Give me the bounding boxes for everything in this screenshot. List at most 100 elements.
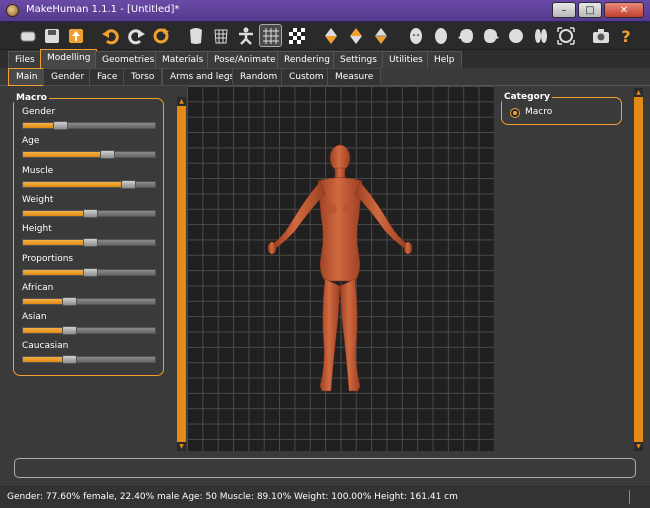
subtab-torso[interactable]: Torso: [123, 68, 163, 86]
slider-track[interactable]: [22, 238, 156, 248]
slider-label: Age: [22, 136, 40, 147]
smooth-icon[interactable]: [184, 24, 207, 47]
tab-pose-animate[interactable]: Pose/Animate: [207, 51, 283, 68]
grid-icon[interactable]: [259, 24, 282, 47]
left-scrollbar[interactable]: ▲ ▼: [177, 97, 186, 451]
slider-label: Asian: [22, 312, 47, 323]
title-bar: MakeHuman 1.1.1 - [Untitled]* – □ ✕: [0, 0, 650, 22]
subtab-measure[interactable]: Measure: [327, 68, 382, 86]
resize-grip[interactable]: [629, 490, 630, 504]
slider-track[interactable]: [22, 179, 156, 189]
right-view-icon[interactable]: [369, 24, 392, 47]
subtab-main[interactable]: Main: [8, 68, 46, 86]
slider-track[interactable]: [22, 267, 156, 277]
slider-fill: [23, 240, 91, 246]
head-right-icon[interactable]: [479, 24, 502, 47]
slider-fill: [23, 181, 129, 187]
slider-track[interactable]: [22, 296, 156, 306]
subtab-arms-and-legs[interactable]: Arms and legs: [162, 68, 243, 86]
slider-fill: [23, 210, 91, 216]
slider-handle[interactable]: [62, 326, 77, 336]
undo-icon[interactable]: [99, 24, 122, 47]
slider-asian[interactable]: Asian: [22, 312, 158, 340]
head-top-icon[interactable]: [504, 24, 527, 47]
slider-gender[interactable]: Gender: [22, 107, 158, 135]
slider-handle[interactable]: [121, 179, 136, 189]
tab-files[interactable]: Files: [8, 51, 42, 68]
minimize-button[interactable]: –: [552, 2, 576, 18]
subtab-gender[interactable]: Gender: [43, 68, 93, 86]
toggle-icon[interactable]: [16, 24, 39, 47]
slider-track[interactable]: [22, 121, 156, 130]
slider-track[interactable]: [22, 208, 156, 218]
reset-camera-icon[interactable]: [554, 24, 577, 47]
3d-viewport[interactable]: [187, 86, 494, 451]
tab-help[interactable]: Help: [427, 51, 462, 68]
slider-label: Proportions: [22, 253, 74, 264]
scroll-down-arrow-icon[interactable]: ▼: [177, 442, 186, 451]
left-view-icon[interactable]: [344, 24, 367, 47]
slider-handle[interactable]: [83, 238, 98, 248]
slider-handle[interactable]: [83, 267, 98, 277]
human-model: [267, 144, 413, 392]
front-view-icon[interactable]: [319, 24, 342, 47]
scroll-up-arrow-icon[interactable]: ▲: [177, 97, 186, 106]
slider-handle[interactable]: [100, 150, 115, 160]
slider-handle[interactable]: [62, 296, 77, 306]
slider-african[interactable]: African: [22, 283, 158, 311]
redo-icon[interactable]: [124, 24, 147, 47]
scroll-down-arrow-icon[interactable]: ▼: [634, 442, 643, 451]
slider-age[interactable]: Age: [22, 136, 158, 164]
command-input[interactable]: [14, 458, 636, 478]
tab-settings[interactable]: Settings: [333, 51, 384, 68]
slider-label: Muscle: [22, 165, 54, 176]
subtab-random[interactable]: Random: [232, 68, 286, 86]
help-icon[interactable]: ?: [614, 24, 637, 47]
head-left-icon[interactable]: [454, 24, 477, 47]
tab-geometries[interactable]: Geometries: [95, 51, 162, 68]
tab-materials[interactable]: Materials: [155, 51, 211, 68]
macro-radio-button[interactable]: [510, 108, 520, 118]
slider-caucasian[interactable]: Caucasian: [22, 341, 158, 369]
slider-track[interactable]: [22, 150, 156, 160]
tab-utilities[interactable]: Utilities: [382, 51, 430, 68]
slider-label: Weight: [22, 194, 54, 205]
reset-icon[interactable]: [149, 24, 172, 47]
tab-modelling[interactable]: Modelling: [40, 49, 98, 68]
export-icon[interactable]: [64, 24, 87, 47]
slider-fill: [23, 269, 91, 275]
face-front-icon[interactable]: [404, 24, 427, 47]
save-icon[interactable]: [40, 24, 63, 47]
tab-rendering[interactable]: Rendering: [277, 51, 337, 68]
slider-handle[interactable]: [62, 355, 77, 365]
slider-handle[interactable]: [53, 121, 68, 130]
category-panel: Category Macro: [501, 92, 622, 125]
checker-icon[interactable]: [285, 24, 308, 47]
head-back-icon[interactable]: [529, 24, 552, 47]
pose-icon[interactable]: [234, 24, 257, 47]
slider-label: Height: [22, 224, 52, 235]
close-button[interactable]: ✕: [604, 2, 644, 18]
head-oval-icon[interactable]: [429, 24, 452, 47]
slider-fill: [23, 152, 108, 158]
slider-handle[interactable]: [83, 208, 98, 218]
slider-track[interactable]: [22, 355, 156, 365]
right-scrollbar[interactable]: ▲ ▼: [634, 88, 643, 451]
macro-panel-title: Macro: [14, 93, 49, 103]
subtab-face[interactable]: Face: [89, 68, 126, 86]
slider-weight[interactable]: Weight: [22, 195, 158, 223]
slider-height[interactable]: Height: [22, 224, 158, 252]
slider-track[interactable]: [22, 326, 156, 336]
main-toolbar: ?: [0, 22, 650, 50]
maximize-button[interactable]: □: [578, 2, 602, 18]
slider-muscle[interactable]: Muscle: [22, 166, 158, 194]
slider-label: Gender: [22, 107, 56, 117]
svg-text:?: ?: [621, 27, 630, 46]
subtab-custom[interactable]: Custom: [281, 68, 332, 86]
screenshot-icon[interactable]: [589, 24, 612, 47]
slider-proportions[interactable]: Proportions: [22, 254, 158, 282]
window-title: MakeHuman 1.1.1 - [Untitled]*: [26, 4, 180, 15]
scroll-up-arrow-icon[interactable]: ▲: [634, 88, 643, 97]
wireframe-icon[interactable]: [209, 24, 232, 47]
status-bar: Gender: 77.60% female, 22.40% male Age: …: [0, 486, 650, 508]
